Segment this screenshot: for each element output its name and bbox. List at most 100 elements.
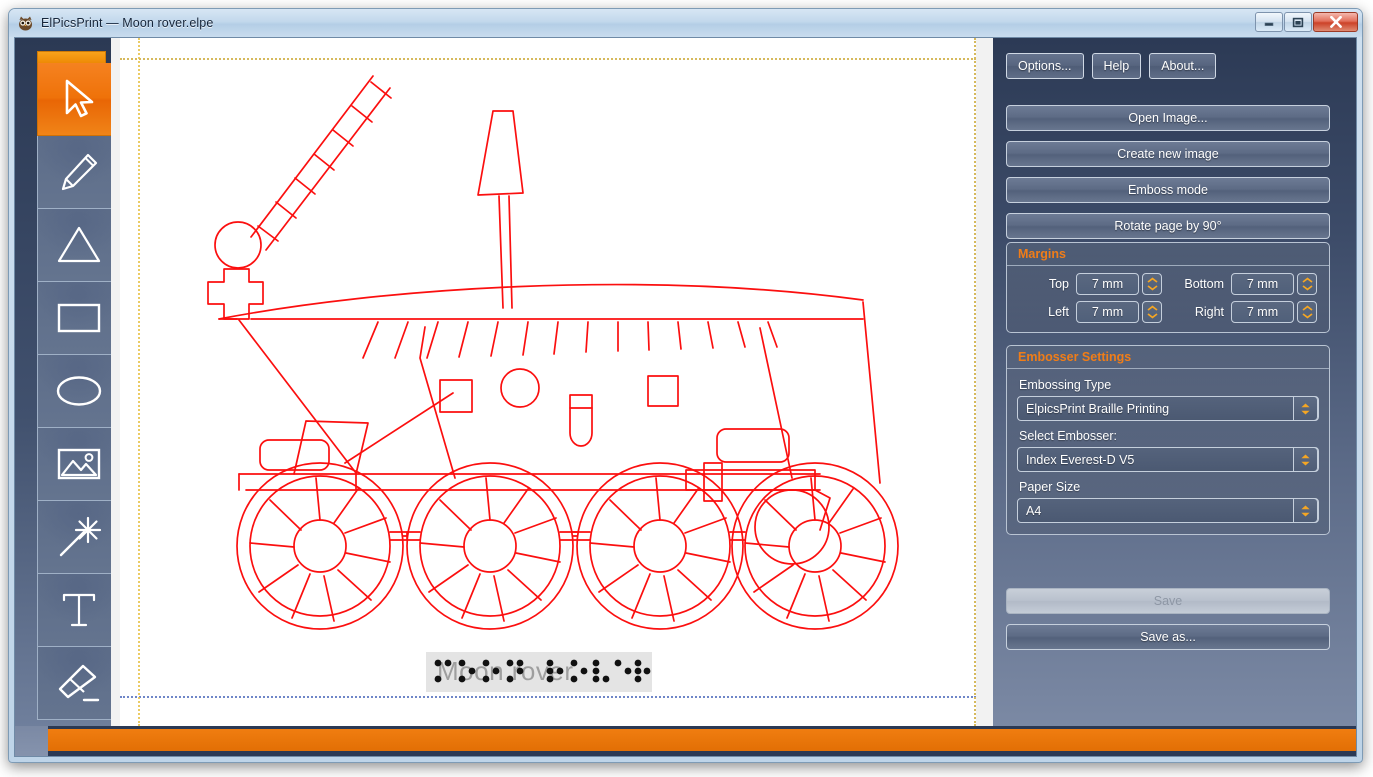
minimize-icon: [1264, 22, 1274, 26]
chevron-up-icon[interactable]: [1146, 305, 1159, 312]
triangle-tool[interactable]: [37, 209, 120, 282]
chevron-up-icon[interactable]: [1146, 277, 1159, 284]
margin-top-stepper[interactable]: 7 mm: [1076, 273, 1162, 295]
progress-fill: [48, 729, 1356, 751]
chevron-up-icon[interactable]: [1299, 453, 1312, 460]
status-progress-bar: [15, 726, 1356, 756]
chevron-down-icon[interactable]: [1301, 284, 1314, 291]
embossing-type-value: ElpicsPrint Braille Printing: [1026, 401, 1170, 416]
save-as-button[interactable]: Save as...: [1006, 624, 1330, 650]
eraser-icon: [58, 664, 99, 702]
application-window: ElPicsPrint — Moon rover.elpe Moon rover…: [8, 8, 1363, 763]
maximize-button[interactable]: [1284, 12, 1312, 32]
select-embosser-value: Index Everest-D V5: [1026, 452, 1135, 467]
margin-top-label: Top: [1048, 277, 1069, 291]
page-sheet[interactable]: Moon rover: [120, 38, 976, 726]
rectangle-icon: [57, 303, 100, 333]
help-button[interactable]: Help: [1091, 53, 1142, 79]
chevron-down-icon[interactable]: [1299, 460, 1312, 467]
text-tool[interactable]: [37, 574, 120, 647]
margin-left-label: Left: [1048, 305, 1069, 319]
magic-wand-icon: [59, 516, 101, 557]
paper-size-value: A4: [1026, 503, 1042, 518]
margins-group-title: Margins: [1007, 243, 1329, 266]
cursor-arrow-icon: [65, 79, 93, 118]
margins-group: Margins Top 7 mm Bottom 7 mm Left 7 mm R…: [1006, 242, 1330, 333]
tool-palette: [15, 38, 120, 726]
close-icon: [1329, 16, 1342, 28]
emboss-mode-button[interactable]: Emboss mode: [1006, 177, 1330, 203]
margin-left-spin-buttons[interactable]: [1142, 301, 1162, 323]
margin-bottom-input[interactable]: 7 mm: [1231, 273, 1294, 295]
text-object-moon-rover[interactable]: Moon rover: [426, 652, 652, 692]
select-embosser-spinner[interactable]: [1293, 447, 1318, 472]
margin-right-spin-buttons[interactable]: [1297, 301, 1317, 323]
embosser-settings-group: Embosser Settings Embossing Type ElpicsP…: [1006, 345, 1330, 535]
paper-size-label: Paper Size: [1019, 480, 1081, 494]
moon-rover-drawing[interactable]: [120, 38, 976, 726]
canvas-area[interactable]: Moon rover: [111, 38, 993, 726]
margin-right-input[interactable]: 7 mm: [1231, 301, 1294, 323]
chevron-down-icon[interactable]: [1299, 409, 1312, 416]
close-button[interactable]: [1313, 12, 1358, 32]
chevron-up-icon[interactable]: [1299, 402, 1312, 409]
margin-bottom-label: Bottom: [1184, 277, 1224, 291]
select-embosser-label: Select Embosser:: [1019, 429, 1117, 443]
window-title: ElPicsPrint — Moon rover.elpe: [41, 16, 214, 30]
margins-row-1: Top 7 mm Bottom 7 mm: [1017, 273, 1319, 295]
status-bar-left-cap: [15, 726, 48, 756]
tool-palette-header: [37, 51, 106, 63]
margin-top-input[interactable]: 7 mm: [1076, 273, 1139, 295]
margins-row-2: Left 7 mm Right 7 mm: [1017, 301, 1319, 323]
settings-panel: Options... Help About... Open Image... C…: [993, 38, 1356, 726]
embosser-group-title: Embosser Settings: [1007, 346, 1329, 369]
pencil-tool[interactable]: [37, 136, 120, 209]
rectangle-tool[interactable]: [37, 282, 120, 355]
margin-bottom-stepper[interactable]: 7 mm: [1231, 273, 1317, 295]
chevron-up-icon[interactable]: [1301, 305, 1314, 312]
ellipse-tool[interactable]: [37, 355, 120, 428]
owl-icon: [19, 16, 32, 30]
triangle-icon: [57, 226, 100, 263]
select-tool[interactable]: [37, 63, 120, 136]
paper-size-spinner[interactable]: [1293, 498, 1318, 523]
title-bar[interactable]: ElPicsPrint — Moon rover.elpe: [9, 9, 1362, 37]
pencil-icon: [61, 153, 97, 191]
braille-dots: [434, 659, 651, 683]
magic-wand-tool[interactable]: [37, 501, 120, 574]
margin-top-spin-buttons[interactable]: [1142, 273, 1162, 295]
minimize-button[interactable]: [1255, 12, 1283, 32]
about-button[interactable]: About...: [1149, 53, 1217, 79]
create-new-image-button[interactable]: Create new image: [1006, 141, 1330, 167]
maximize-icon: [1292, 17, 1304, 27]
open-image-button[interactable]: Open Image...: [1006, 105, 1330, 131]
chevron-up-icon[interactable]: [1301, 277, 1314, 284]
margins-group-body: Top 7 mm Bottom 7 mm Left 7 mm Right 7 m…: [1007, 266, 1329, 332]
embossing-type-label: Embossing Type: [1019, 378, 1112, 392]
chevron-down-icon[interactable]: [1146, 312, 1159, 319]
eraser-tool[interactable]: [37, 647, 120, 720]
rotate-page-button[interactable]: Rotate page by 90°: [1006, 213, 1330, 239]
embossing-type-combo[interactable]: ElpicsPrint Braille Printing: [1017, 396, 1319, 421]
client-area: Moon rover Options... Help About... Open…: [14, 37, 1357, 757]
options-button[interactable]: Options...: [1006, 53, 1084, 79]
text-t-icon: [62, 593, 95, 627]
paper-size-combo[interactable]: A4: [1017, 498, 1319, 523]
margin-right-stepper[interactable]: 7 mm: [1231, 301, 1317, 323]
save-button[interactable]: Save: [1006, 588, 1330, 614]
margin-bottom-spin-buttons[interactable]: [1297, 273, 1317, 295]
embossing-type-spinner[interactable]: [1293, 396, 1318, 421]
select-embosser-combo[interactable]: Index Everest-D V5: [1017, 447, 1319, 472]
chevron-down-icon[interactable]: [1146, 284, 1159, 291]
embosser-group-body: Embossing Type ElpicsPrint Braille Print…: [1007, 369, 1329, 534]
chevron-down-icon[interactable]: [1301, 312, 1314, 319]
image-tool[interactable]: [37, 428, 120, 501]
panel-top-buttons: Options... Help About...: [1006, 53, 1217, 79]
chevron-down-icon[interactable]: [1299, 511, 1312, 518]
margin-left-stepper[interactable]: 7 mm: [1076, 301, 1162, 323]
ellipse-icon: [56, 376, 101, 406]
margin-right-label: Right: [1194, 305, 1224, 319]
picture-icon: [57, 448, 100, 480]
margin-left-input[interactable]: 7 mm: [1076, 301, 1139, 323]
chevron-up-icon[interactable]: [1299, 504, 1312, 511]
